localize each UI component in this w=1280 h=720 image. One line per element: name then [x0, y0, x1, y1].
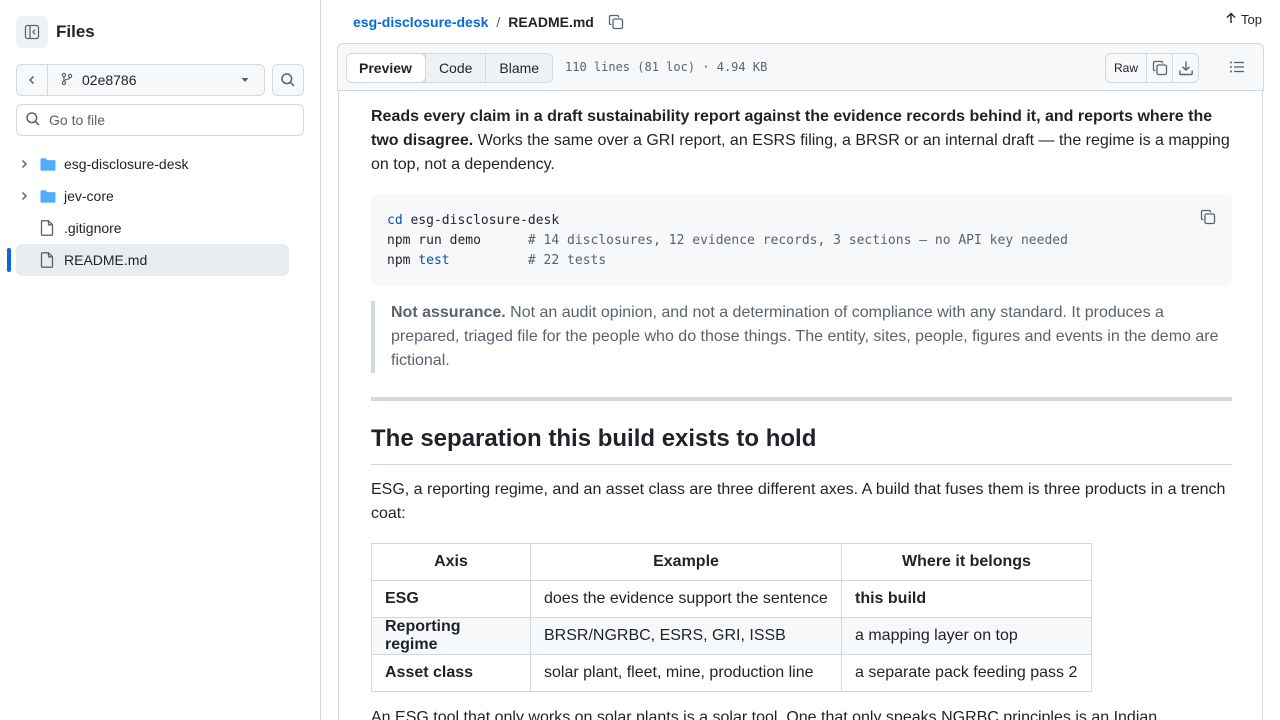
tail-paragraph: An ESG tool that only works on solar pla…	[371, 709, 1158, 720]
branch-row: 02e8786	[16, 64, 304, 96]
branch-dropdown[interactable]: 02e8786	[48, 65, 264, 95]
copy-icon[interactable]	[608, 14, 624, 30]
breadcrumb: esg-disclosure-desk / README.md	[353, 10, 624, 34]
table-row: ESG does the evidence support the senten…	[371, 580, 1092, 618]
tab-code[interactable]: Code	[424, 54, 485, 82]
body-paragraph: ESG, a reporting regime, and an asset cl…	[371, 481, 1226, 522]
tab-blame[interactable]: Blame	[485, 54, 552, 82]
active-indicator	[7, 248, 11, 272]
table-header-row: Axis Example Where it belongs	[371, 543, 1092, 581]
divider	[371, 397, 1232, 401]
copy-icon[interactable]	[1146, 54, 1172, 82]
table-cell: solar plant, fleet, mine, production lin…	[530, 654, 842, 692]
code-line: npm run demo # 14 disclosures, 12 eviden…	[387, 233, 1068, 248]
table-header: Axis	[371, 543, 531, 581]
tree-item-label: esg-disclosure-desk	[64, 156, 189, 172]
table-cell: a mapping layer on top	[841, 617, 1092, 655]
table-cell: BRSR/NGRBC, ESRS, GRI, ISSB	[530, 617, 842, 655]
search-icon	[25, 111, 41, 130]
folder-icon	[40, 157, 56, 172]
folder-icon	[40, 189, 56, 204]
lead-paragraph: Reads every claim in a draft sustainabil…	[371, 105, 1232, 177]
table-cell: does the evidence support the sentence	[530, 580, 842, 618]
raw-button[interactable]: Raw	[1106, 54, 1146, 82]
git-branch-icon	[60, 72, 74, 89]
code-line: cd esg-disclosure-desk	[387, 213, 560, 228]
code-line: npm test # 22 tests	[387, 253, 607, 268]
table-cell: Reporting regime	[371, 617, 531, 655]
breadcrumb-separator: /	[496, 14, 501, 30]
table-cell: Asset class	[371, 654, 531, 692]
file-actions: Raw	[1104, 53, 1199, 83]
arrow-up-icon	[1225, 12, 1237, 27]
go-to-file-input[interactable]	[49, 112, 289, 128]
blockquote: Not assurance. Not an audit opinion, and…	[371, 301, 1232, 373]
search-icon[interactable]	[272, 64, 304, 96]
axes-table: Axis Example Where it belongs ESG does t…	[371, 543, 1092, 692]
file-view: esg-disclosure-desk / README.md Top Prev…	[337, 0, 1264, 720]
chevron-right-icon[interactable]	[16, 190, 32, 202]
sidebar-header: Files	[16, 16, 95, 48]
table-header: Where it belongs	[841, 543, 1092, 581]
top-button[interactable]: Top	[1221, 12, 1262, 27]
file-header: Preview Code Blame 110 lines (81 loc) · …	[337, 43, 1264, 91]
lead-rest: Works the same over a GRI report, an ESR…	[371, 132, 1230, 173]
file-tree-sidebar: Files 02e8786 Go to file esg-disclosure-…	[0, 0, 321, 720]
copy-icon[interactable]	[1200, 209, 1216, 232]
file-icon	[40, 220, 56, 236]
tab-preview[interactable]: Preview	[347, 54, 426, 82]
quote-bold: Not assurance.	[391, 304, 506, 321]
tree-item-readme[interactable]: README.md	[7, 244, 289, 276]
go-to-file-field[interactable]	[16, 104, 304, 136]
chevron-left-icon[interactable]	[17, 65, 48, 95]
file-icon	[40, 252, 56, 268]
tree-item-label: .gitignore	[64, 220, 122, 236]
table-cell: this build	[841, 580, 1092, 618]
quote-rest: Not an audit opinion, and not a determin…	[391, 304, 1219, 369]
code-block: cd esg-disclosure-desk npm run demo # 14…	[371, 195, 1232, 286]
sidebar-collapse-icon[interactable]	[16, 16, 48, 48]
table-cell: a separate pack feeding pass 2	[841, 654, 1092, 692]
table-cell: ESG	[371, 580, 531, 618]
table-header: Example	[530, 543, 842, 581]
table-row: Reporting regime BRSR/NGRBC, ESRS, GRI, …	[371, 617, 1092, 655]
file-tree: esg-disclosure-desk jev-core .gitignore …	[7, 148, 289, 276]
table-row: Asset class solar plant, fleet, mine, pr…	[371, 654, 1092, 692]
readme-content: Reads every claim in a draft sustainabil…	[338, 91, 1263, 720]
breadcrumb-repo-link[interactable]: esg-disclosure-desk	[353, 14, 488, 30]
tree-item-label: README.md	[64, 252, 148, 268]
section-heading: The separation this build exists to hold	[371, 423, 1232, 465]
chevron-right-icon[interactable]	[16, 158, 32, 170]
file-meta: 110 lines (81 loc) · 4.94 KB	[565, 60, 768, 74]
download-icon[interactable]	[1172, 54, 1198, 82]
top-label: Top	[1241, 12, 1262, 27]
tree-item-gitignore[interactable]: .gitignore	[16, 212, 289, 244]
list-icon[interactable]	[1229, 59, 1245, 75]
branch-selector: 02e8786	[16, 64, 265, 96]
branch-name: 02e8786	[82, 72, 137, 88]
tree-item-jev-core[interactable]: jev-core	[16, 180, 289, 212]
triangle-down-icon	[240, 72, 250, 88]
breadcrumb-file: README.md	[508, 14, 594, 30]
sidebar-title: Files	[56, 22, 95, 41]
tree-item-label: jev-core	[64, 188, 114, 204]
view-mode-tabs: Preview Code Blame	[346, 53, 554, 83]
tree-item-esg-disclosure-desk[interactable]: esg-disclosure-desk	[16, 148, 289, 180]
